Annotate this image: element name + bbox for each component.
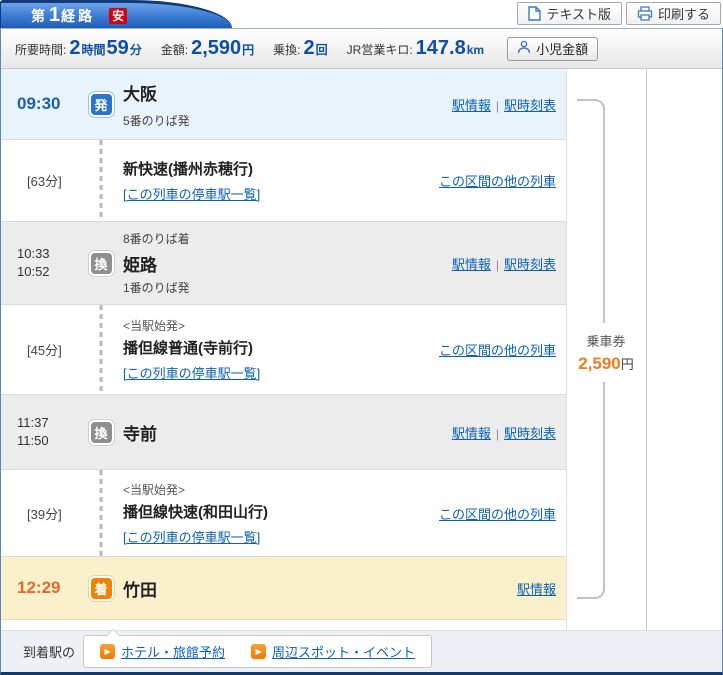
document-icon: [528, 6, 541, 21]
hotel-link-item: ▶ ホテル・旅館予約: [100, 642, 225, 661]
fare-amount: 2,590: [578, 354, 621, 373]
station-row-departure: 09:30 発 大阪 5番のりば発 駅情報|駅時刻表: [1, 69, 566, 140]
cheapest-badge: 安: [109, 8, 127, 24]
transfer-badge: 換: [89, 251, 114, 276]
summary-transfers: 乗換: 2 回: [273, 37, 328, 60]
arrow-icon: ▶: [251, 644, 266, 659]
station-row-transfer: 11:37 11:50 換 寺前 駅情報|駅時刻表: [1, 395, 566, 470]
segment-duration: [63分]: [1, 171, 79, 190]
other-trains-link[interactable]: この区間の他の列車: [439, 507, 556, 522]
footer-links-box: ▶ ホテル・旅館予約 ▶ 周辺スポット・イベント: [83, 635, 432, 668]
station-name: 姫路: [123, 251, 452, 276]
route-tab-title: 第1経路: [31, 4, 95, 27]
nearby-spots-link[interactable]: 周辺スポット・イベント: [272, 642, 415, 661]
station-name: 寺前: [123, 420, 452, 445]
arrival-time: 12:29: [17, 578, 60, 597]
arrow-icon: ▶: [100, 644, 115, 659]
route-dashed-line: [100, 140, 103, 221]
route-content: 09:30 発 大阪 5番のりば発 駅情報|駅時刻表 [63分]: [1, 69, 722, 631]
station-name: 竹田: [123, 576, 517, 601]
fare-label: 乗車券 2,590円: [569, 323, 643, 382]
station-timetable-link[interactable]: 駅時刻表: [504, 98, 556, 113]
top-buttons: テキスト版 印刷する: [517, 2, 721, 25]
departure-time: 10:52: [17, 263, 79, 281]
child-fare-button[interactable]: 小児金額: [507, 37, 598, 61]
station-info-link[interactable]: 駅情報: [517, 582, 556, 597]
station-name: 大阪: [123, 80, 452, 105]
summary-bar: 所要時間: 2 時間 59 分 金額: 2,590 円 乗換: 2 回 JR営業…: [1, 29, 722, 69]
station-timetable-link[interactable]: 駅時刻表: [504, 257, 556, 272]
arrival-time: 11:37: [17, 414, 79, 432]
origin-note: <当駅始発>: [123, 481, 439, 498]
arrival-time: 10:33: [17, 245, 79, 263]
hotel-reservation-link[interactable]: ホテル・旅館予約: [121, 642, 225, 661]
ticket-type-label: 乗車券: [569, 331, 643, 350]
printer-icon: [637, 6, 653, 21]
footer-bar: 到着駅の ▶ ホテル・旅館予約 ▶ 周辺スポット・イベント: [1, 630, 722, 672]
print-button[interactable]: 印刷する: [626, 2, 721, 25]
platform-departure: 1番のりば発: [123, 279, 190, 296]
arrival-badge: 着: [89, 576, 114, 601]
departure-time: 09:30: [17, 94, 60, 113]
station-timetable-link[interactable]: 駅時刻表: [504, 426, 556, 441]
other-trains-link[interactable]: この区間の他の列車: [439, 174, 556, 189]
route-detail-panel: 所要時間: 2 時間 59 分 金額: 2,590 円 乗換: 2 回 JR営業…: [0, 28, 723, 675]
platform-arrival: 8番のりば着: [123, 230, 190, 247]
segment-duration: [39分]: [1, 504, 79, 523]
arrival-station-prefix: 到着駅の: [23, 642, 75, 661]
platform-departure: 5番のりば発: [123, 112, 452, 129]
tab-route-1[interactable]: 第1経路 安: [0, 0, 232, 28]
train-segment-row: [45分] <当駅始発> 播但線普通(寺前行) [この列車の停車駅一覧] この区…: [1, 305, 566, 395]
top-bar: 第1経路 安 テキスト版 印刷する: [0, 0, 723, 28]
departure-badge: 発: [89, 92, 114, 117]
train-name: 新快速(播州赤穂行): [123, 158, 439, 179]
departure-time: 11:50: [17, 432, 79, 450]
segment-duration: [45分]: [1, 340, 79, 359]
other-trains-link[interactable]: この区間の他の列車: [439, 343, 556, 358]
child-fare-label: 小児金額: [536, 39, 588, 58]
print-label: 印刷する: [658, 4, 710, 23]
text-version-button[interactable]: テキスト版: [517, 2, 622, 25]
person-icon: [517, 40, 531, 57]
text-version-label: テキスト版: [546, 4, 611, 23]
station-row-transfer: 8番のりば着 10:33 10:52 換 姫路 駅情報|駅時刻表 1番のりば発: [1, 222, 566, 305]
route-rows: 09:30 発 大阪 5番のりば発 駅情報|駅時刻表 [63分]: [1, 69, 566, 620]
origin-note: <当駅始発>: [123, 317, 439, 334]
station-row-arrival: 12:29 着 竹田 駅情報: [1, 557, 566, 620]
transfer-badge: 換: [89, 420, 114, 445]
train-stops-link[interactable]: [この列車の停車駅一覧]: [123, 366, 260, 381]
train-stops-link[interactable]: [この列車の停車駅一覧]: [123, 530, 260, 545]
route-dashed-line: [100, 470, 103, 556]
station-info-link[interactable]: 駅情報: [452, 257, 491, 272]
fare-panel: 乗車券 2,590円: [566, 69, 647, 631]
spots-link-item: ▶ 周辺スポット・イベント: [251, 642, 415, 661]
train-segment-row: [39分] <当駅始発> 播但線快速(和田山行) [この列車の停車駅一覧] この…: [1, 470, 566, 557]
summary-duration: 所要時間: 2 時間 59 分: [15, 37, 143, 60]
summary-fare: 金額: 2,590 円: [161, 37, 255, 60]
route-dashed-line: [100, 305, 103, 394]
train-segment-row: [63分] 新快速(播州赤穂行) [この列車の停車駅一覧] この区間の他の列車: [1, 140, 566, 222]
summary-distance: JR営業キロ: 147.8 km: [347, 37, 485, 60]
train-name: 播但線快速(和田山行): [123, 501, 439, 522]
station-info-link[interactable]: 駅情報: [452, 426, 491, 441]
route-result-page: 第1経路 安 テキスト版 印刷する 所要時間: 2: [0, 0, 723, 675]
station-info-link[interactable]: 駅情報: [452, 98, 491, 113]
train-name: 播但線普通(寺前行): [123, 337, 439, 358]
train-stops-link[interactable]: [この列車の停車駅一覧]: [123, 187, 260, 202]
